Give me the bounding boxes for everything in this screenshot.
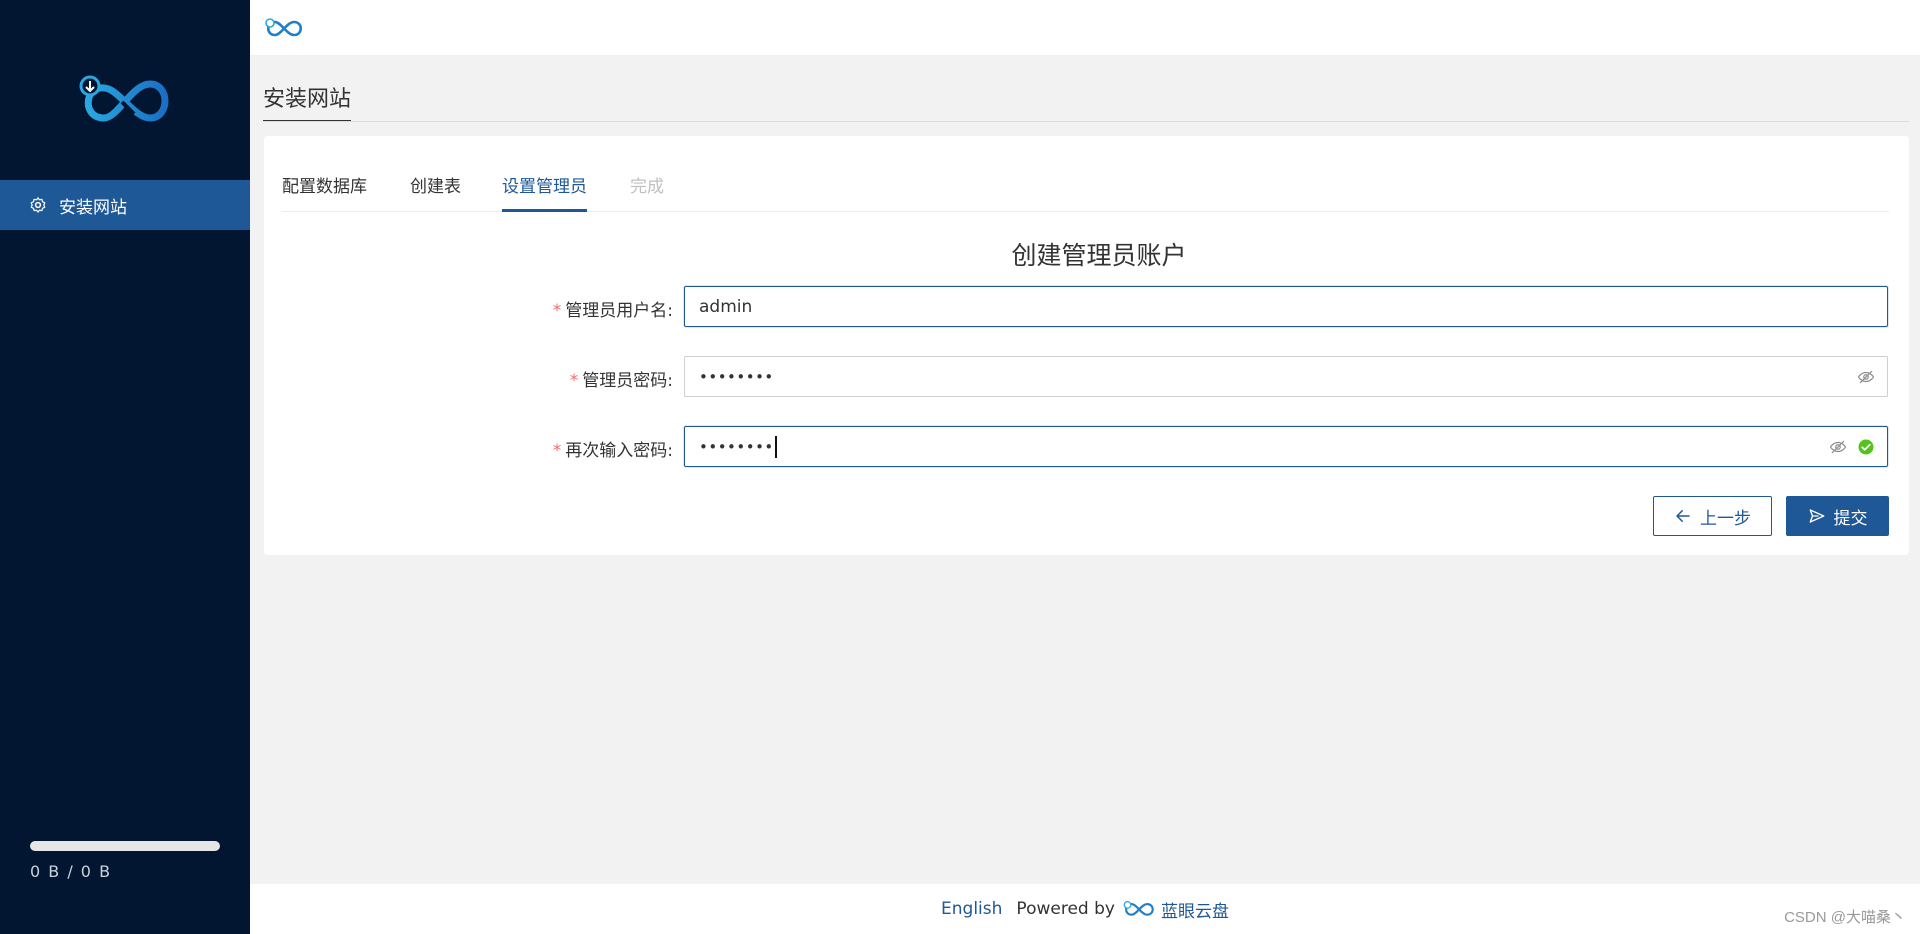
username-value: admin [699,296,753,317]
tab-create-tables[interactable]: 创建表 [410,172,461,212]
page-title: 安装网站 [263,86,352,122]
brand-link[interactable]: 蓝眼云盘 [1161,897,1229,922]
powered-by-text: Powered by [1016,899,1115,919]
required-mark: * [569,371,579,391]
username-label: * 管理员用户名: [552,301,673,321]
required-mark: * [552,301,562,321]
watermark-text: CSDN @大喵桑丶 [1784,909,1906,926]
previous-step-button[interactable]: 上一步 [1653,496,1772,536]
submit-button[interactable]: 提交 [1786,496,1889,536]
arrow-left-icon [1674,507,1692,525]
admin-password-input[interactable]: •••••••• [684,356,1888,397]
tab-finish: 完成 [630,177,664,197]
confirm-password-input[interactable]: •••••••• [684,426,1888,467]
brand-logo-icon [1121,900,1157,918]
footer: English Powered by 蓝眼云盘 [250,884,1920,934]
gear-icon [29,196,47,214]
check-circle-icon [1857,438,1875,456]
submit-label: 提交 [1833,508,1868,529]
storage-usage-text: 0 B / 0 B [30,862,112,881]
title-divider [263,121,1909,122]
tab-set-admin[interactable]: 设置管理员 [502,172,587,212]
username-row: * 管理员用户名: admin [264,286,1909,328]
sidebar-item-install-site[interactable]: 安装网站 [0,180,250,230]
text-cursor [774,435,777,458]
language-switch-link[interactable]: English [941,899,1002,919]
eye-off-icon[interactable] [1857,368,1875,386]
required-mark: * [552,441,562,461]
step-tabs: 配置数据库 创建表 设置管理员 完成 [282,136,1889,212]
tab-configure-database[interactable]: 配置数据库 [282,172,367,212]
sidebar: 安装网站 0 B / 0 B [0,0,250,934]
previous-step-label: 上一步 [1700,508,1751,529]
send-icon [1808,507,1826,525]
password-row: * 管理员密码: •••••••• [264,356,1909,398]
password-value: •••••••• [699,367,774,386]
install-card: 配置数据库 创建表 设置管理员 完成 创建管理员账户 * 管理员用户名: admi… [264,136,1909,555]
admin-username-input[interactable]: admin [684,286,1888,327]
brand-logo-icon[interactable] [263,17,305,39]
form-title: 创建管理员账户 [1011,241,1187,270]
sidebar-item-label: 安装网站 [59,197,127,218]
confirm-password-label: * 再次输入密码: [552,441,673,461]
confirm-password-value: •••••••• [699,437,774,456]
storage-progress-bar [30,841,220,851]
top-header [250,0,1920,55]
confirm-password-row: * 再次输入密码: •••••••• [264,426,1909,468]
password-label: * 管理员密码: [569,371,673,391]
brand-logo-icon[interactable] [74,72,177,128]
eye-off-icon[interactable] [1829,438,1847,456]
